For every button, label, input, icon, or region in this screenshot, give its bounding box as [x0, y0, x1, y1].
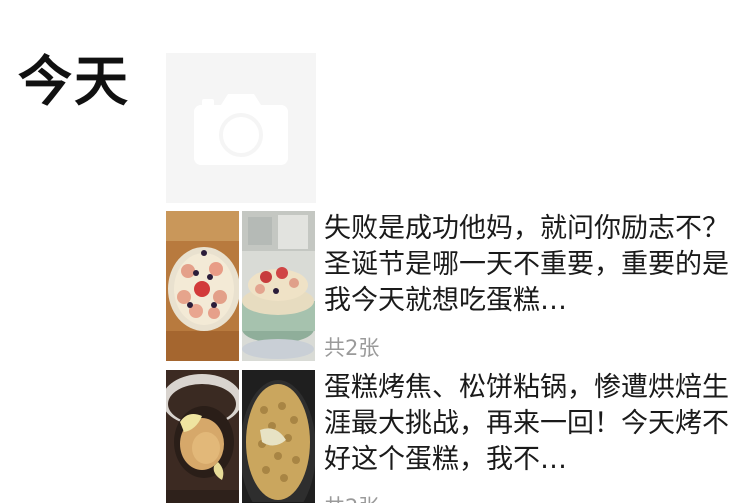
- post-caption: 蛋糕烤焦、松饼粘锅，惨遭烘焙生涯最大挑战，再来一回！今天烤不好这个蛋糕，我不…: [324, 372, 729, 475]
- photo-count: 共2张: [324, 336, 380, 360]
- photo-count: 共2张: [324, 494, 379, 503]
- post-photo[interactable]: [166, 211, 239, 361]
- camera-icon: [194, 94, 288, 165]
- add-photo-button[interactable]: [166, 53, 316, 203]
- post-caption: 失败是成功他妈，就问你励志不？圣诞节是哪一天不重要，重要的是我今天就想吃蛋糕…: [324, 213, 729, 316]
- moment-post[interactable]: 蛋糕烤焦、松饼粘锅，惨遭烘焙生涯最大挑战，再来一回！今天烤不好这个蛋糕，我不… …: [166, 370, 750, 503]
- cake-photo-image: [166, 211, 239, 361]
- burnt-cake-photo-image: [166, 370, 239, 503]
- post-photo[interactable]: [242, 370, 315, 503]
- cake-photo-image: [242, 211, 315, 361]
- date-label: 今天: [18, 50, 130, 113]
- moment-post[interactable]: 失败是成功他妈，就问你励志不？圣诞节是哪一天不重要，重要的是我今天就想吃蛋糕… …: [166, 211, 750, 361]
- pancake-photo-image: [242, 370, 315, 503]
- moments-album-page: 今天 失败是成功他妈，就问你励志不？圣诞节是哪一天不重要，重要的是我今天就想吃蛋…: [0, 0, 750, 503]
- post-photo[interactable]: [166, 370, 239, 503]
- post-photo[interactable]: [242, 211, 315, 361]
